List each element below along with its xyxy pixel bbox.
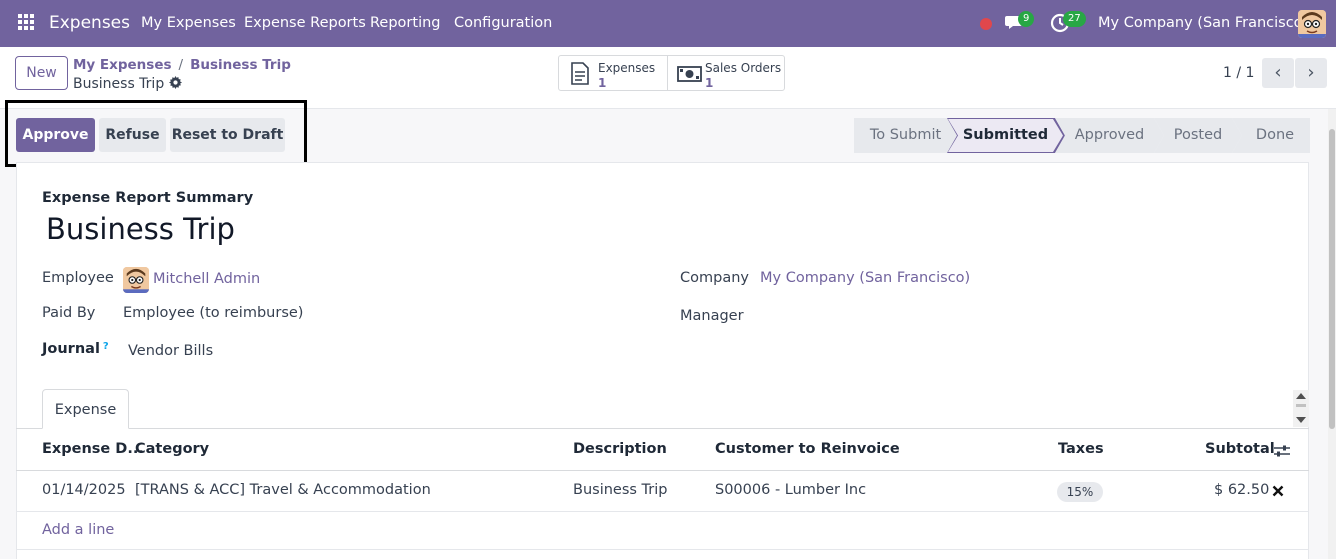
tab-divider (16, 428, 1309, 429)
apps-menu-icon[interactable] (18, 14, 35, 31)
scroll-down-icon (1296, 417, 1306, 423)
pager-value[interactable]: 1 / 1 (1223, 65, 1254, 81)
delete-row-icon[interactable] (1272, 485, 1284, 501)
menu-my-expenses[interactable]: My Expenses (141, 15, 236, 31)
stage-posted[interactable]: Posted (1154, 118, 1242, 153)
column-settings-icon[interactable] (1274, 444, 1290, 462)
menu-reporting[interactable]: Reporting (370, 15, 441, 31)
tab-scrollbar[interactable] (1293, 390, 1309, 427)
activity-count-badge: 27 (1063, 11, 1086, 27)
column-category[interactable]: Category (135, 441, 209, 457)
add-line-link[interactable]: Add a line (42, 522, 114, 538)
page-scrollbar-thumb[interactable] (1329, 129, 1335, 429)
stage-to-submit[interactable]: To Submit (854, 118, 957, 153)
stage-submitted[interactable]: Submitted (947, 118, 1065, 153)
stage-done[interactable]: Done (1232, 118, 1310, 153)
column-description[interactable]: Description (573, 441, 667, 457)
column-expense-date[interactable]: Expense D... (42, 441, 144, 457)
cell-category[interactable]: [TRANS & ACC] Travel & Accommodation (135, 482, 431, 498)
record-name: Business Trip (73, 76, 182, 93)
tax-badge[interactable]: 15% (1057, 482, 1103, 502)
tab-expense[interactable]: Expense (42, 389, 129, 429)
smart-button-label: Sales Orders (705, 61, 782, 75)
user-avatar[interactable] (1298, 10, 1326, 38)
refuse-button[interactable]: Refuse (99, 118, 166, 152)
breadcrumb-business-trip[interactable]: Business Trip (190, 57, 291, 73)
stage-label: Approved (1074, 127, 1145, 143)
pager-next-icon[interactable]: › (1295, 58, 1327, 88)
manager-label: Manager (680, 308, 744, 324)
help-tooltip-icon[interactable]: ? (103, 341, 109, 352)
column-subtotal[interactable]: Subtotal (1205, 441, 1275, 457)
breadcrumb-my-expenses[interactable]: My Expenses (73, 57, 172, 73)
gear-icon[interactable] (168, 76, 182, 93)
menu-expense-reports[interactable]: Expense Reports (244, 15, 366, 31)
pager-previous-icon[interactable]: ‹ (1262, 58, 1294, 88)
company-label: Company (680, 270, 749, 286)
stage-label: Done (1255, 127, 1295, 143)
document-icon (571, 62, 589, 89)
cell-description[interactable]: Business Trip (573, 482, 667, 498)
messages-count-badge: 9 (1018, 11, 1035, 27)
new-button[interactable]: New (15, 56, 68, 90)
menu-configuration[interactable]: Configuration (454, 15, 552, 31)
employee-field[interactable]: Mitchell Admin (153, 271, 260, 287)
summary-label: Expense Report Summary (42, 190, 254, 206)
approve-button[interactable]: Approve (16, 118, 95, 152)
cell-subtotal[interactable]: $ 62.50 (1214, 482, 1269, 498)
reset-to-draft-button[interactable]: Reset to Draft (170, 118, 285, 152)
stage-label: To Submit (869, 127, 942, 143)
company-switcher[interactable]: My Company (San Francisco) (1098, 15, 1308, 31)
smart-button-label: Expenses (598, 61, 656, 75)
scroll-thumb (1296, 404, 1306, 407)
cell-customer[interactable]: S00006 - Lumber Inc (715, 482, 866, 498)
app-name[interactable]: Expenses (49, 13, 130, 33)
paid-by-field[interactable]: Employee (to reimburse) (123, 305, 303, 321)
top-navbar: Expenses My Expenses Expense Reports Rep… (0, 0, 1336, 47)
add-line-row (16, 512, 1309, 550)
smart-button-sales-orders[interactable]: Sales Orders 1 (667, 55, 785, 91)
journal-label-text: Journal (42, 341, 100, 357)
smart-button-expenses[interactable]: Expenses 1 (558, 55, 668, 91)
journal-field[interactable]: Vendor Bills (128, 343, 213, 359)
report-title[interactable]: Business Trip (46, 212, 235, 246)
stage-label: Posted (1173, 127, 1223, 143)
smart-button-count: 1 (705, 76, 714, 90)
recording-indicator-icon[interactable] (980, 18, 992, 30)
smart-button-count: 1 (598, 76, 607, 90)
stage-approved[interactable]: Approved (1055, 118, 1164, 153)
column-taxes[interactable]: Taxes (1058, 441, 1104, 457)
cell-date[interactable]: 01/14/2025 (42, 482, 126, 498)
stage-label: Submitted (962, 127, 1049, 143)
page-scrollbar[interactable] (1328, 109, 1336, 559)
scroll-up-icon (1296, 393, 1306, 399)
company-field[interactable]: My Company (San Francisco) (760, 270, 970, 286)
employee-label: Employee (42, 270, 114, 286)
journal-label: Journal? (42, 341, 109, 357)
employee-avatar (123, 267, 149, 293)
paid-by-label: Paid By (42, 305, 96, 321)
money-icon (677, 66, 702, 86)
breadcrumb: My Expenses / Business Trip (73, 57, 291, 73)
column-customer[interactable]: Customer to Reinvoice (715, 441, 900, 457)
record-name-label: Business Trip (73, 76, 165, 92)
